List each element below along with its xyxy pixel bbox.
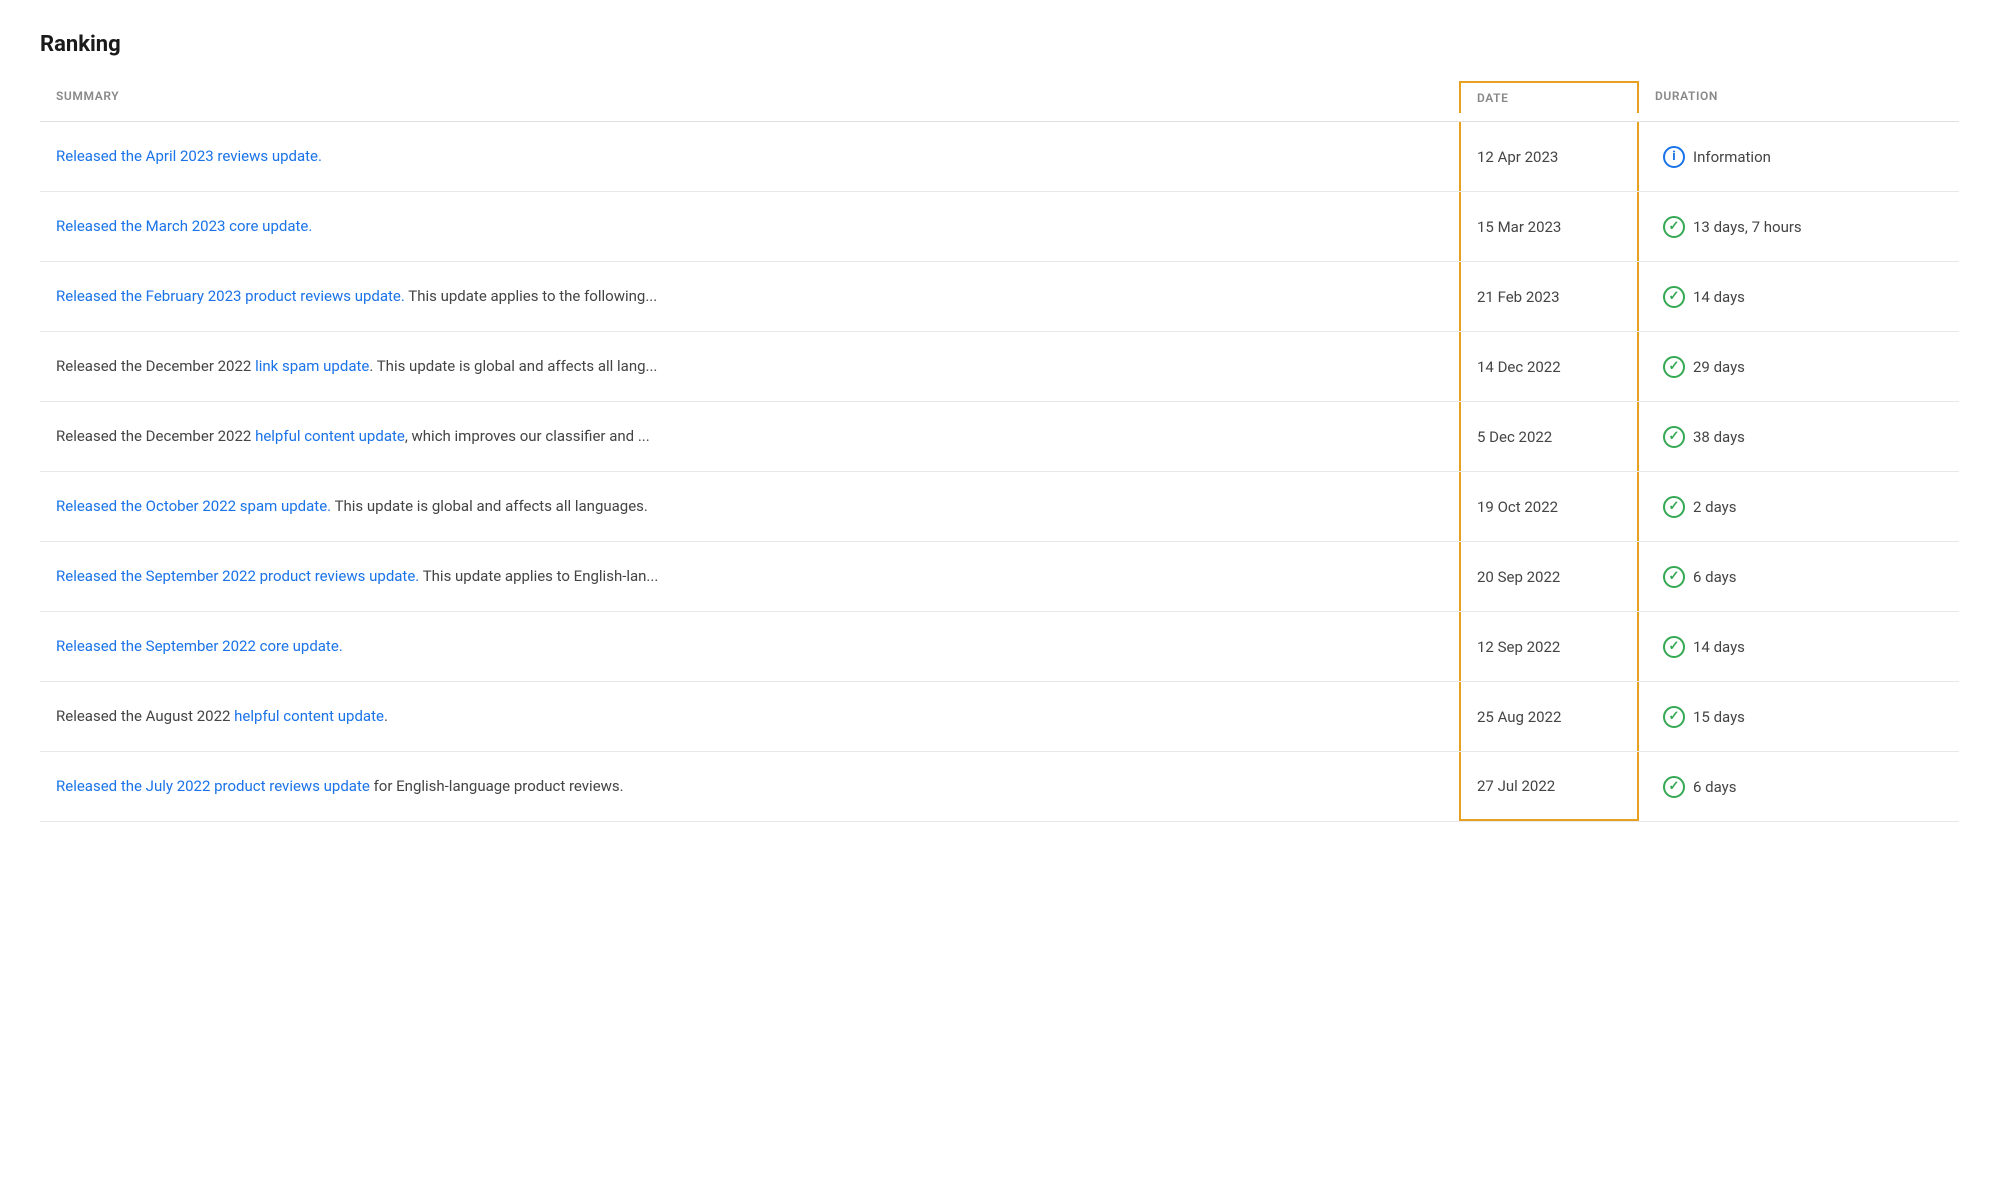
summary-cell: Released the March 2023 core update. bbox=[40, 197, 1459, 256]
summary-cell: Released the December 2022 helpful conte… bbox=[40, 407, 1459, 466]
table-row: Released the July 2022 product reviews u… bbox=[40, 752, 1959, 822]
summary-col-header: SUMMARY bbox=[40, 81, 1459, 113]
summary-text: , which improves our classifier and ... bbox=[405, 427, 650, 445]
duration-value: 14 days bbox=[1693, 288, 1745, 306]
summary-text: Released the December 2022 bbox=[56, 357, 255, 375]
page-title: Ranking bbox=[40, 32, 1959, 57]
summary-link[interactable]: Released the April 2023 reviews update. bbox=[56, 147, 322, 165]
summary-cell: Released the August 2022 helpful content… bbox=[40, 687, 1459, 746]
summary-link[interactable]: Released the February 2023 product revie… bbox=[56, 287, 405, 305]
summary-cell: Released the July 2022 product reviews u… bbox=[40, 757, 1459, 816]
table-row: Released the September 2022 core update.… bbox=[40, 612, 1959, 682]
date-value: 14 Dec 2022 bbox=[1477, 358, 1561, 376]
duration-cell: 6 days bbox=[1639, 548, 1959, 606]
date-value: 15 Mar 2023 bbox=[1477, 218, 1561, 236]
summary-link[interactable]: Released the July 2022 product reviews u… bbox=[56, 777, 370, 795]
check-icon bbox=[1663, 426, 1685, 448]
table-row: Released the September 2022 product revi… bbox=[40, 542, 1959, 612]
summary-text: Released the August 2022 bbox=[56, 707, 234, 725]
table-row: Released the February 2023 product revie… bbox=[40, 262, 1959, 332]
date-cell: 25 Aug 2022 bbox=[1459, 682, 1639, 751]
duration-cell: 38 days bbox=[1639, 408, 1959, 466]
summary-text: This update applies to English-lan... bbox=[423, 567, 659, 585]
summary-cell: Released the October 2022 spam update. T… bbox=[40, 477, 1459, 536]
table-header: SUMMARY DATE DURATION bbox=[40, 81, 1959, 122]
date-col-header: DATE bbox=[1459, 81, 1639, 113]
duration-cell: 6 days bbox=[1639, 758, 1959, 816]
summary-cell: Released the September 2022 product revi… bbox=[40, 547, 1459, 606]
check-icon bbox=[1663, 216, 1685, 238]
info-icon: i bbox=[1663, 146, 1685, 168]
check-icon bbox=[1663, 776, 1685, 798]
date-value: 5 Dec 2022 bbox=[1477, 428, 1552, 446]
date-cell: 27 Jul 2022 bbox=[1459, 752, 1639, 821]
summary-link[interactable]: Released the October 2022 spam update. bbox=[56, 497, 331, 515]
table-row: Released the October 2022 spam update. T… bbox=[40, 472, 1959, 542]
duration-cell: 15 days bbox=[1639, 688, 1959, 746]
duration-value: 14 days bbox=[1693, 638, 1745, 656]
duration-value: Information bbox=[1693, 148, 1771, 166]
table-container: SUMMARY DATE DURATION Released the April… bbox=[40, 81, 1959, 822]
summary-text: . This update is global and affects all … bbox=[369, 357, 657, 375]
check-icon bbox=[1663, 706, 1685, 728]
summary-link[interactable]: Released the September 2022 core update. bbox=[56, 637, 343, 655]
duration-cell: 29 days bbox=[1639, 338, 1959, 396]
summary-text: Released the December 2022 bbox=[56, 427, 255, 445]
duration-col-header: DURATION bbox=[1639, 81, 1959, 113]
duration-value: 2 days bbox=[1693, 498, 1737, 516]
summary-cell: Released the December 2022 link spam upd… bbox=[40, 337, 1459, 396]
summary-text: . bbox=[384, 707, 388, 725]
summary-text: This update is global and affects all la… bbox=[335, 497, 648, 515]
date-value: 27 Jul 2022 bbox=[1477, 777, 1555, 795]
date-cell: 12 Apr 2023 bbox=[1459, 122, 1639, 191]
duration-cell: 14 days bbox=[1639, 268, 1959, 326]
summary-link[interactable]: helpful content update bbox=[255, 427, 405, 445]
summary-text: for English-language product reviews. bbox=[374, 777, 624, 795]
date-value: 20 Sep 2022 bbox=[1477, 568, 1560, 586]
date-cell: 5 Dec 2022 bbox=[1459, 402, 1639, 471]
summary-link[interactable]: Released the March 2023 core update. bbox=[56, 217, 312, 235]
date-cell: 14 Dec 2022 bbox=[1459, 332, 1639, 401]
table-row: Released the December 2022 helpful conte… bbox=[40, 402, 1959, 472]
summary-link[interactable]: link spam update bbox=[255, 357, 369, 375]
date-value: 21 Feb 2023 bbox=[1477, 288, 1560, 306]
date-cell: 19 Oct 2022 bbox=[1459, 472, 1639, 541]
summary-cell: Released the April 2023 reviews update. bbox=[40, 127, 1459, 186]
summary-cell: Released the September 2022 core update. bbox=[40, 617, 1459, 676]
check-icon bbox=[1663, 636, 1685, 658]
summary-link[interactable]: Released the September 2022 product revi… bbox=[56, 567, 419, 585]
check-icon bbox=[1663, 496, 1685, 518]
check-icon bbox=[1663, 356, 1685, 378]
summary-cell: Released the February 2023 product revie… bbox=[40, 267, 1459, 326]
duration-value: 29 days bbox=[1693, 358, 1745, 376]
table-row: Released the March 2023 core update. 15 … bbox=[40, 192, 1959, 262]
date-value: 25 Aug 2022 bbox=[1477, 708, 1561, 726]
duration-value: 6 days bbox=[1693, 568, 1737, 586]
table-row: Released the August 2022 helpful content… bbox=[40, 682, 1959, 752]
date-value: 12 Apr 2023 bbox=[1477, 148, 1558, 166]
summary-text: This update applies to the following... bbox=[408, 287, 657, 305]
duration-cell: 13 days, 7 hours bbox=[1639, 198, 1959, 256]
date-cell: 15 Mar 2023 bbox=[1459, 192, 1639, 261]
duration-value: 13 days, 7 hours bbox=[1693, 218, 1802, 236]
date-cell: 20 Sep 2022 bbox=[1459, 542, 1639, 611]
duration-cell: 2 days bbox=[1639, 478, 1959, 536]
summary-link[interactable]: helpful content update bbox=[234, 707, 384, 725]
table-row: Released the December 2022 link spam upd… bbox=[40, 332, 1959, 402]
duration-value: 15 days bbox=[1693, 708, 1745, 726]
duration-cell: 14 days bbox=[1639, 618, 1959, 676]
duration-value: 38 days bbox=[1693, 428, 1745, 446]
date-value: 19 Oct 2022 bbox=[1477, 498, 1558, 516]
check-icon bbox=[1663, 566, 1685, 588]
check-icon bbox=[1663, 286, 1685, 308]
duration-value: 6 days bbox=[1693, 778, 1737, 796]
date-value: 12 Sep 2022 bbox=[1477, 638, 1560, 656]
table-row: Released the April 2023 reviews update. … bbox=[40, 122, 1959, 192]
date-cell: 21 Feb 2023 bbox=[1459, 262, 1639, 331]
duration-cell: i Information bbox=[1639, 128, 1959, 186]
date-cell: 12 Sep 2022 bbox=[1459, 612, 1639, 681]
